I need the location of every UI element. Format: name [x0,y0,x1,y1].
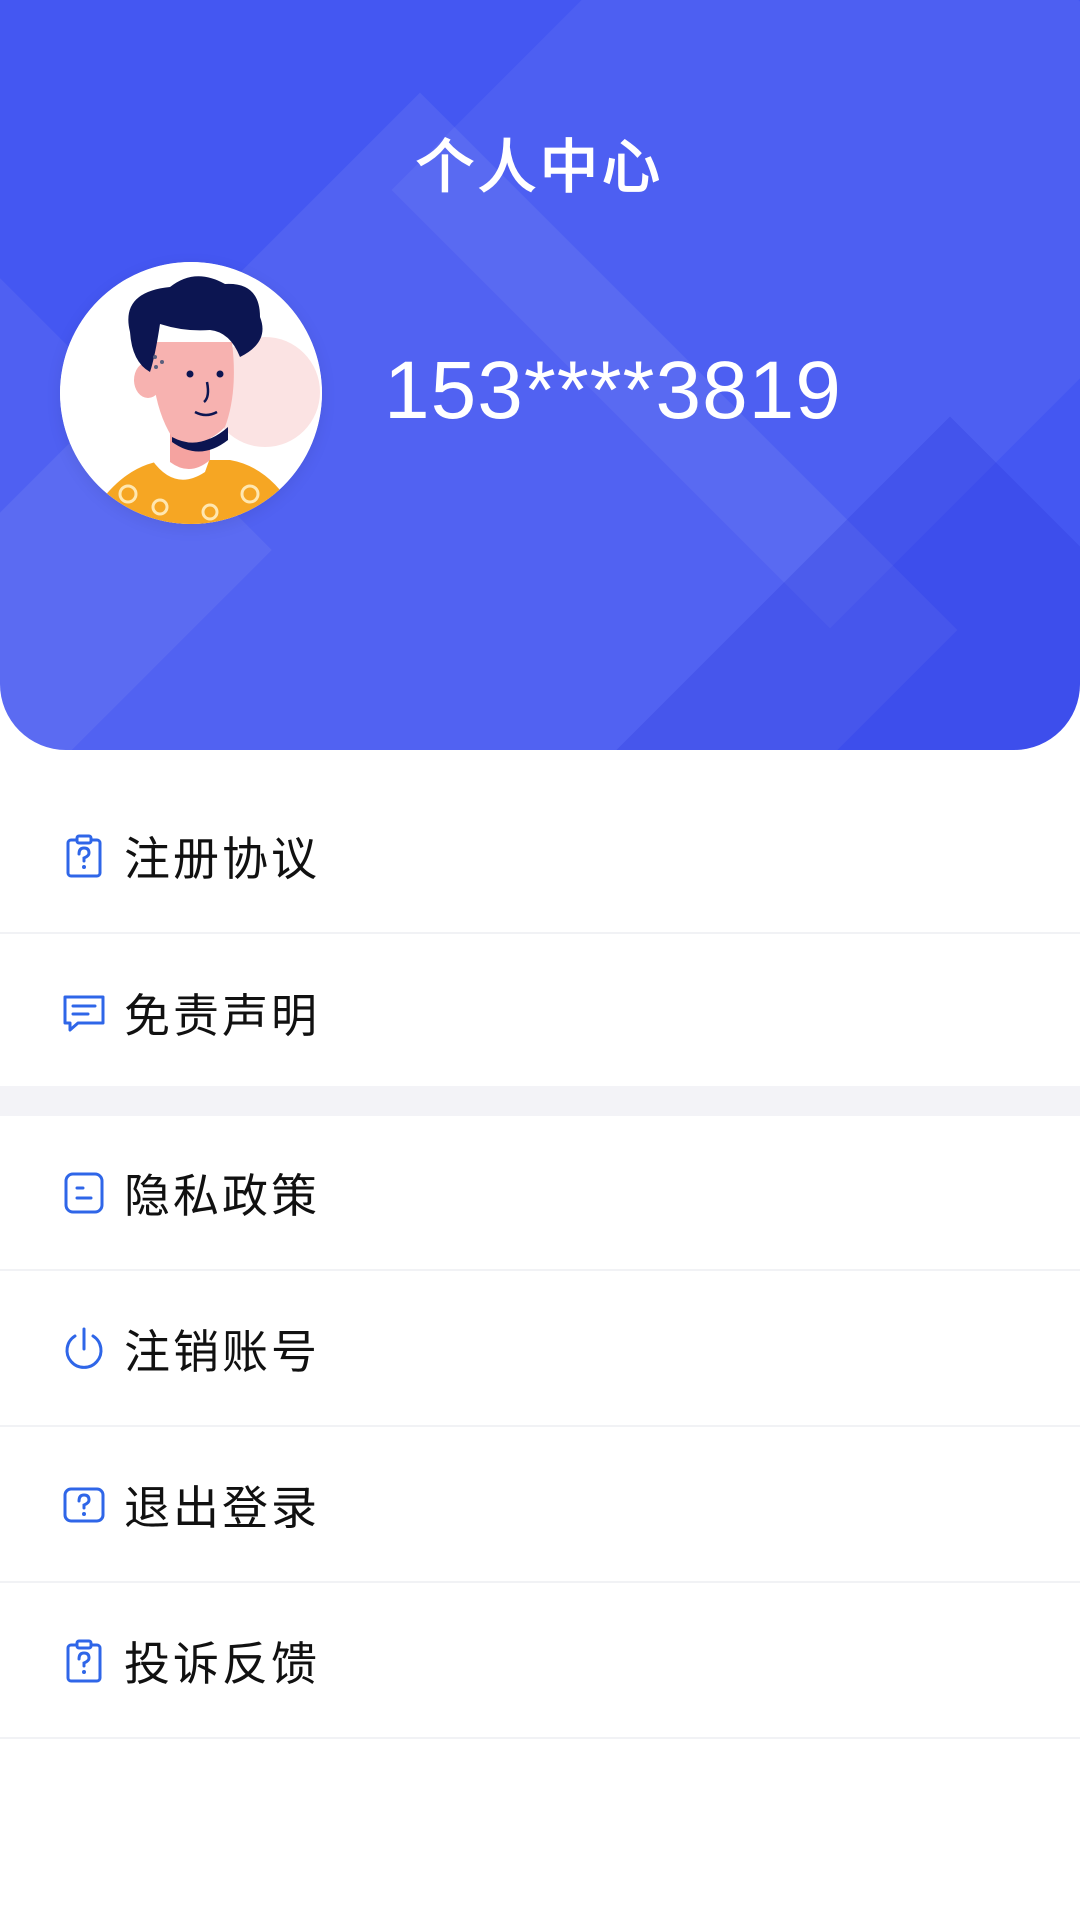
menu-item-label: 免责声明 [124,988,320,1043]
menu-item-label: 投诉反馈 [124,1636,320,1691]
phone-number: 153****3819 [384,345,842,436]
menu-item-label: 退出登录 [124,1480,320,1535]
menu-item-label: 隐私政策 [124,1168,320,1223]
menu-item-cancel-account[interactable]: 注销账号 [0,1272,1080,1427]
avatar[interactable] [60,262,322,524]
document-icon [60,1169,108,1217]
menu-item-label: 注册协议 [124,831,320,886]
question-box-icon [60,1481,108,1529]
avatar-illustration [60,262,322,524]
profile-header: 个人中心 153****3819 [0,0,1080,750]
profile-page: 个人中心 153****3819 注册协议 免责声明 隐私政策 注销账号 退出登… [0,0,1080,1920]
menu-item-label: 注销账号 [124,1324,320,1379]
page-title: 个人中心 [415,133,664,201]
clipboard-question-icon [60,832,108,880]
menu-item-complaint-feedback[interactable]: 投诉反馈 [0,1584,1080,1739]
message-icon [60,989,108,1037]
menu-item-disclaimer[interactable]: 免责声明 [0,935,1080,1090]
section-divider [0,1086,1080,1116]
power-icon [60,1325,108,1373]
menu-item-privacy-policy[interactable]: 隐私政策 [0,1116,1080,1271]
menu-item-registration-agreement[interactable]: 注册协议 [0,779,1080,934]
clipboard-question-icon [60,1637,108,1685]
menu-item-logout[interactable]: 退出登录 [0,1428,1080,1583]
